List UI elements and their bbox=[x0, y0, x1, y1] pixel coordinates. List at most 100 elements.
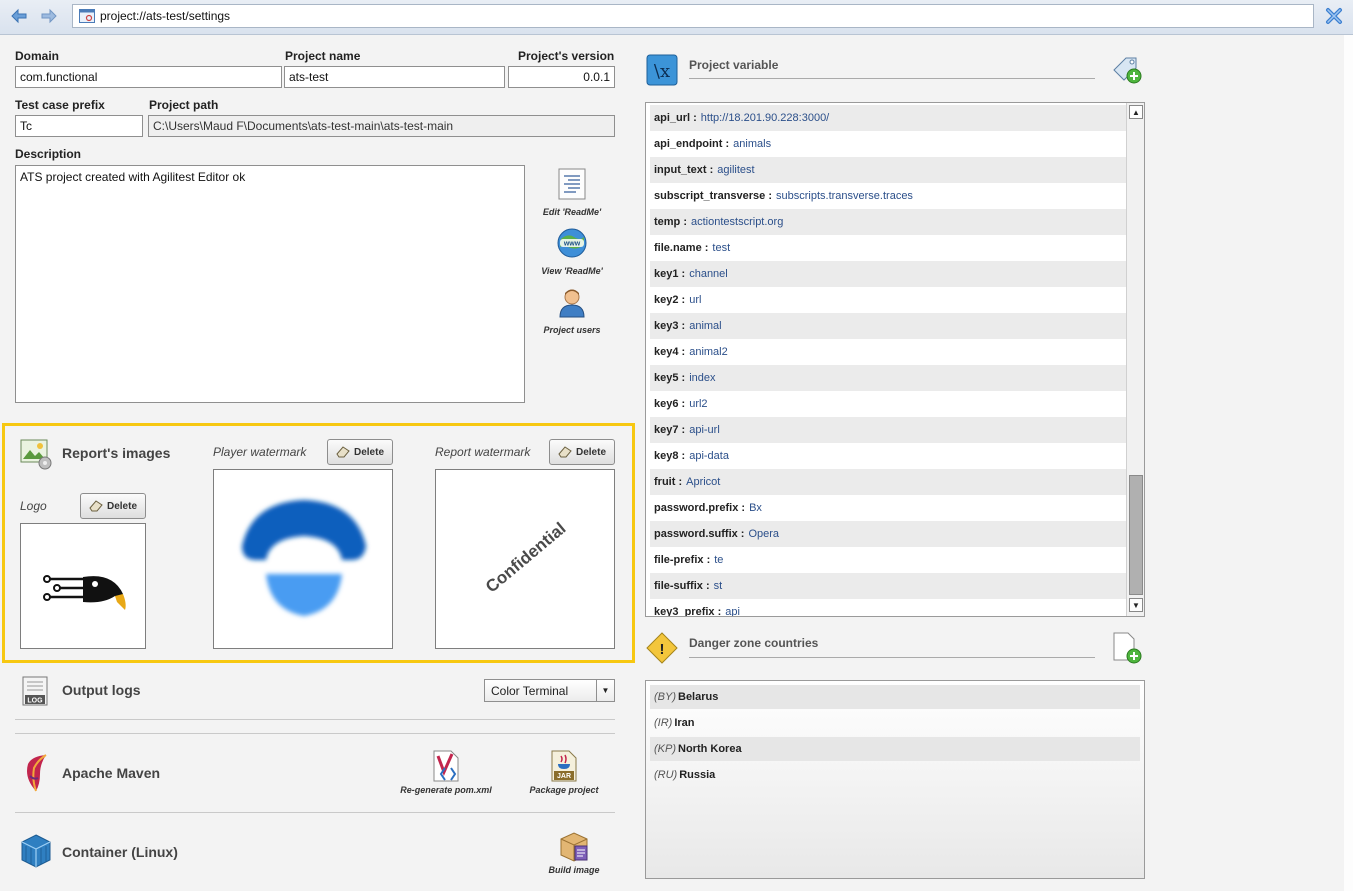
variable-row[interactable]: key3 : animal bbox=[650, 313, 1128, 339]
variable-value: api bbox=[725, 606, 740, 617]
country-code: (BY) bbox=[654, 691, 676, 703]
description-textarea[interactable]: ATS project created with Agilitest Edito… bbox=[15, 165, 525, 403]
svg-text:LOG: LOG bbox=[27, 698, 43, 705]
variable-value: api-data bbox=[689, 450, 729, 462]
country-name: North Korea bbox=[678, 743, 742, 755]
country-code: (IR) bbox=[654, 717, 673, 729]
variable-key: key7 : bbox=[654, 424, 686, 436]
variable-row[interactable]: key6 : url2 bbox=[650, 391, 1128, 417]
variable-key: key5 : bbox=[654, 372, 686, 384]
variables-scrollbar[interactable]: ▲ ▼ bbox=[1126, 103, 1144, 616]
build-box-icon bbox=[560, 832, 588, 862]
add-variable-icon[interactable] bbox=[1110, 54, 1142, 84]
svg-text:www: www bbox=[563, 241, 581, 248]
variable-key: api_url : bbox=[654, 112, 697, 124]
domain-field[interactable]: com.functional bbox=[15, 66, 282, 88]
variable-row[interactable]: key2 : url bbox=[650, 287, 1128, 313]
domain-label: Domain bbox=[15, 49, 60, 63]
report-watermark-text: Confidential bbox=[481, 518, 570, 597]
variable-row[interactable]: file.name : test bbox=[650, 235, 1128, 261]
danger-zone-list: (BY) Belarus (IR) Iran (KP) North Korea (RU) Ru… bbox=[645, 680, 1145, 879]
variable-row[interactable]: key3_prefix : api bbox=[650, 599, 1128, 617]
delete-logo-button[interactable]: Delete bbox=[80, 493, 146, 519]
project-users-caption: Project users bbox=[543, 325, 601, 335]
divider bbox=[689, 657, 1095, 658]
add-country-icon[interactable] bbox=[1110, 632, 1142, 664]
delete-report-watermark-button[interactable]: Delete bbox=[549, 439, 615, 465]
variable-row[interactable]: key4 : animal2 bbox=[650, 339, 1128, 365]
eraser-icon bbox=[336, 446, 350, 458]
project-users-button[interactable]: Project users bbox=[532, 286, 612, 335]
window-edge bbox=[1344, 35, 1353, 891]
variable-value: agilitest bbox=[717, 164, 755, 176]
svg-text:\x: \x bbox=[654, 61, 670, 82]
back-arrow-icon[interactable] bbox=[10, 8, 28, 24]
delete-player-watermark-button[interactable]: Delete bbox=[327, 439, 393, 465]
variable-key: key1 : bbox=[654, 268, 686, 280]
variable-value: Opera bbox=[748, 528, 780, 540]
view-readme-button[interactable]: www View 'ReadMe' bbox=[532, 227, 612, 276]
variable-key: subscript_transverse : bbox=[654, 190, 772, 202]
variable-row[interactable]: input_text : agilitest bbox=[650, 157, 1128, 183]
delete-player-watermark-label: Delete bbox=[353, 446, 384, 458]
description-label: Description bbox=[15, 147, 82, 161]
country-row[interactable]: (IR) Iran bbox=[650, 711, 1140, 735]
project-path-field: C:\Users\Maud F\Documents\ats-test-main\… bbox=[148, 115, 615, 137]
danger-zone-title: Danger zone countries bbox=[689, 636, 819, 650]
svg-text:!: ! bbox=[660, 641, 665, 658]
test-case-prefix-field[interactable]: Tc bbox=[15, 115, 143, 137]
variables-list: api_url : http://18.201.90.228:3000/api_e… bbox=[645, 102, 1145, 617]
chevron-down-icon[interactable]: ▼ bbox=[596, 680, 614, 701]
scroll-up-icon[interactable]: ▲ bbox=[1129, 105, 1143, 119]
variable-row[interactable]: file-suffix : st bbox=[650, 573, 1128, 599]
scroll-thumb[interactable] bbox=[1129, 475, 1143, 595]
country-row[interactable]: (RU) Russia bbox=[650, 763, 1140, 787]
country-name: Russia bbox=[679, 769, 716, 781]
url-field[interactable]: project://ats-test/settings bbox=[72, 4, 1314, 28]
build-image-button[interactable]: Build image bbox=[540, 830, 608, 875]
edit-readme-button[interactable]: Edit 'ReadMe' bbox=[532, 168, 612, 217]
variable-row[interactable]: key1 : channel bbox=[650, 261, 1128, 287]
variable-value: Bx bbox=[749, 502, 762, 514]
package-project-caption: Package project bbox=[529, 785, 599, 795]
forward-arrow-icon[interactable] bbox=[40, 8, 58, 24]
variable-value: st bbox=[713, 580, 723, 592]
container-title: Container (Linux) bbox=[62, 844, 178, 860]
report-watermark-image-box[interactable]: Confidential bbox=[435, 469, 615, 649]
variable-row[interactable]: key5 : index bbox=[650, 365, 1128, 391]
variable-value: test bbox=[712, 242, 731, 254]
close-icon[interactable] bbox=[1324, 6, 1344, 26]
divider bbox=[15, 733, 615, 734]
variable-value: Apricot bbox=[686, 476, 721, 488]
project-version-field[interactable]: 0.0.1 bbox=[508, 66, 615, 88]
variable-row[interactable]: key7 : api-url bbox=[650, 417, 1128, 443]
variable-row[interactable]: password.suffix : Opera bbox=[650, 521, 1128, 547]
variable-row[interactable]: password.prefix : Bx bbox=[650, 495, 1128, 521]
project-name-field[interactable]: ats-test bbox=[284, 66, 505, 88]
variable-key: file-prefix : bbox=[654, 554, 711, 566]
variable-row[interactable]: temp : actiontestscript.org bbox=[650, 209, 1128, 235]
variable-row[interactable]: subscript_transverse : subscripts.transve… bbox=[650, 183, 1128, 209]
www-globe-icon: www bbox=[557, 228, 587, 258]
project-version-label: Project's version bbox=[518, 49, 615, 63]
country-row[interactable]: (BY) Belarus bbox=[650, 685, 1140, 709]
variable-row[interactable]: fruit : Apricot bbox=[650, 469, 1128, 495]
variable-row[interactable]: api_url : http://18.201.90.228:3000/ bbox=[650, 105, 1128, 131]
divider bbox=[15, 719, 615, 720]
package-project-button[interactable]: JAR Package project bbox=[520, 750, 608, 795]
variable-row[interactable]: key8 : api-data bbox=[650, 443, 1128, 469]
scroll-down-icon[interactable]: ▼ bbox=[1129, 598, 1143, 612]
variable-key: key4 : bbox=[654, 346, 686, 358]
variable-key: key3_prefix : bbox=[654, 606, 722, 617]
variable-row[interactable]: file-prefix : te bbox=[650, 547, 1128, 573]
output-logs-title: Output logs bbox=[62, 682, 141, 698]
regenerate-pom-button[interactable]: Re-generate pom.xml bbox=[390, 750, 502, 795]
player-watermark-image-box[interactable] bbox=[213, 469, 393, 649]
variable-row[interactable]: api_endpoint : animals bbox=[650, 131, 1128, 157]
logo-image-box[interactable] bbox=[20, 523, 146, 649]
output-logs-select[interactable]: Color Terminal ▼ bbox=[484, 679, 615, 702]
variable-value: http://18.201.90.228:3000/ bbox=[700, 112, 830, 124]
country-row[interactable]: (KP) North Korea bbox=[650, 737, 1140, 761]
country-code: (KP) bbox=[654, 743, 676, 755]
variable-key: file-suffix : bbox=[654, 580, 710, 592]
